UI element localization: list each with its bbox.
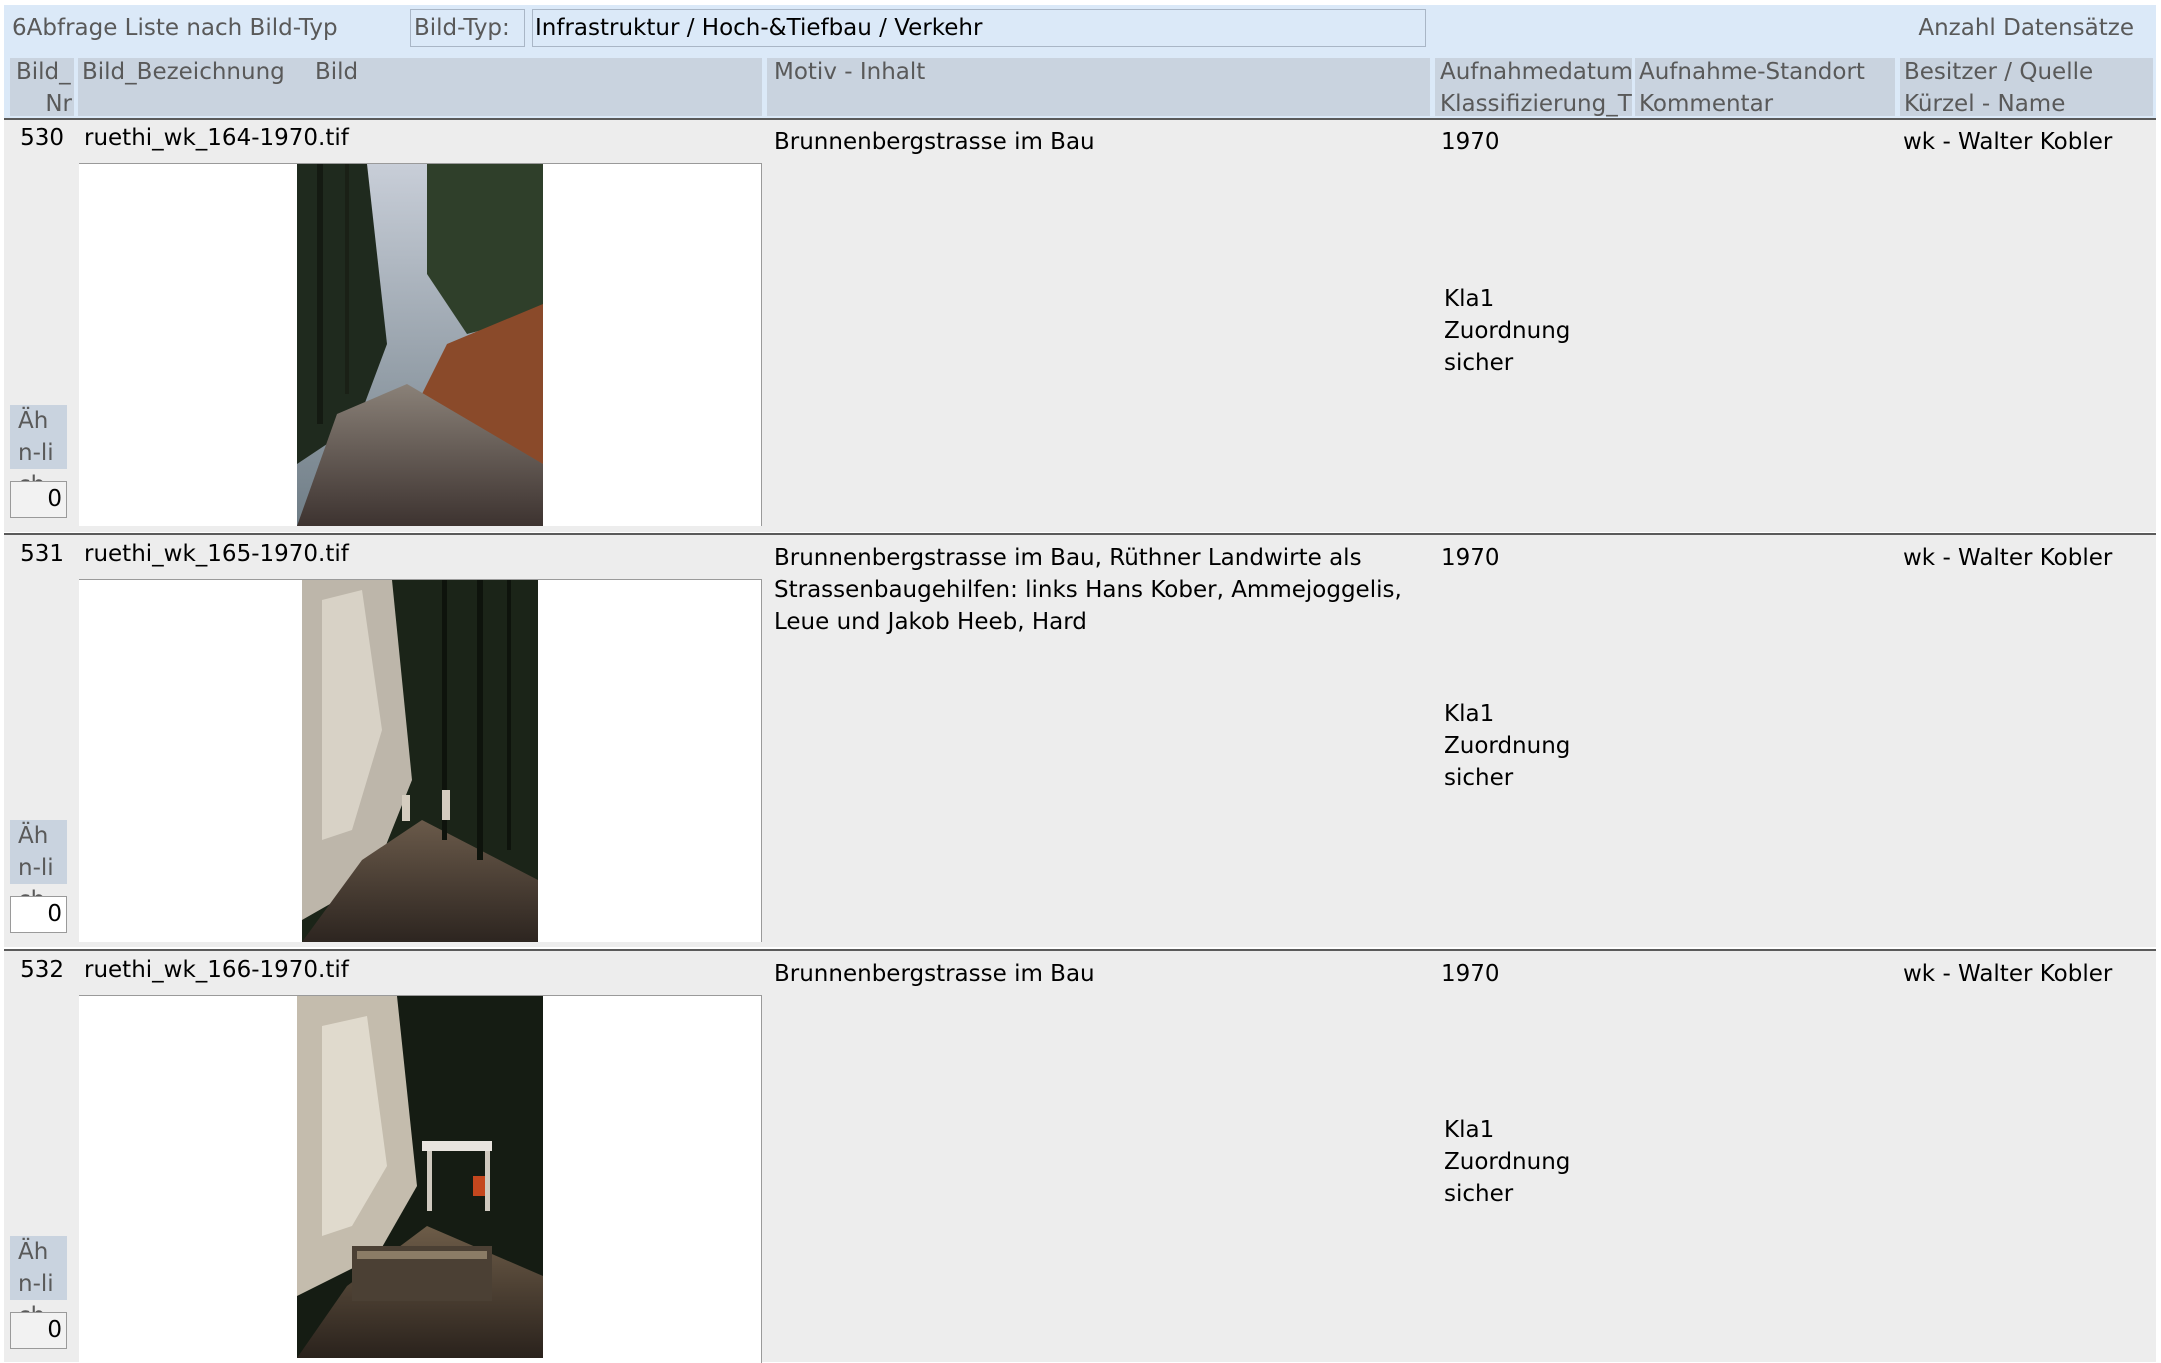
col-nr-line2: Nr: [45, 91, 72, 117]
col-motiv-label: Motiv - Inhalt: [774, 59, 926, 85]
aehnlich-label: Ähn-lich: [10, 405, 67, 498]
col-besitzer-line2: Kürzel - Name: [1904, 91, 2066, 117]
record-count-label: Anzahl Datensätze: [1918, 15, 2134, 41]
col-datum-line1: Aufnahmedatum: [1440, 59, 1633, 85]
aehnlich-label: Ähn-lich: [10, 820, 67, 913]
record-klassifizierung: Kla1 Zuordnung sicher: [1444, 701, 1571, 791]
filter-value-field[interactable]: Infrastruktur / Hoch-&Tiefbau / Verkehr: [532, 9, 1426, 47]
aehnlich-count-field[interactable]: 0: [10, 896, 67, 933]
col-besitzer: Besitzer / Quelle Kürzel - Name: [1900, 58, 2153, 117]
record-klassifizierung: Kla1 Zuordnung sicher: [1444, 286, 1571, 376]
record-datum: 1970: [1441, 961, 1500, 987]
col-bezeichnung-label: Bild_Bezeichnung: [82, 59, 285, 85]
col-standort: Aufnahme-Standort Kommentar: [1635, 58, 1895, 117]
record-nr: 531: [20, 541, 64, 567]
col-motiv: Motiv - Inhalt: [767, 58, 1430, 116]
col-bild-label: Bild: [315, 59, 359, 85]
record-besitzer: wk - Walter Kobler: [1903, 545, 2113, 571]
col-bezeichnung: Bild_Bezeichnung Bild: [78, 58, 762, 116]
record-motiv: Brunnenbergstrasse im Bau: [774, 129, 1095, 155]
aehnlich-label: Ähn-lich: [10, 1236, 67, 1329]
aehnlich-count-field[interactable]: 0: [10, 481, 67, 518]
record-motiv: Brunnenbergstrasse im Bau: [774, 961, 1095, 987]
record-bezeichnung: ruethi_wk_165-1970.tif: [84, 541, 349, 567]
photo-thumbnail[interactable]: [297, 164, 543, 526]
col-datum-line2: Klassifizierung_T: [1440, 91, 1632, 117]
col-nr: Bild_ Nr: [10, 58, 74, 117]
record-nr: 532: [20, 957, 64, 983]
photo-thumbnail[interactable]: [297, 996, 543, 1358]
record-besitzer: wk - Walter Kobler: [1903, 129, 2113, 155]
filter-value: Infrastruktur / Hoch-&Tiefbau / Verkehr: [535, 15, 983, 41]
filter-label-box: Bild-Typ:: [410, 9, 525, 47]
record-datum: 1970: [1441, 545, 1500, 571]
col-besitzer-line1: Besitzer / Quelle: [1904, 59, 2094, 85]
photo-thumbnail[interactable]: [302, 580, 538, 942]
filter-label: Bild-Typ:: [414, 15, 510, 41]
col-datum: Aufnahmedatum Klassifizierung_T: [1435, 58, 1633, 117]
record-bezeichnung: ruethi_wk_166-1970.tif: [84, 957, 349, 983]
report-title: 6Abfrage Liste nach Bild-Typ: [12, 15, 338, 41]
aehnlich-count-field[interactable]: 0: [10, 1312, 67, 1349]
record-besitzer: wk - Walter Kobler: [1903, 961, 2113, 987]
record-datum: 1970: [1441, 129, 1500, 155]
col-nr-line1: Bild_: [16, 59, 71, 85]
record-motiv: Brunnenbergstrasse im Bau, Rüthner Landw…: [774, 545, 1402, 635]
record-nr: 530: [20, 125, 64, 151]
col-standort-line1: Aufnahme-Standort: [1639, 59, 1865, 85]
record-bezeichnung: ruethi_wk_164-1970.tif: [84, 125, 349, 151]
col-standort-line2: Kommentar: [1639, 91, 1774, 117]
record-klassifizierung: Kla1 Zuordnung sicher: [1444, 1117, 1571, 1207]
